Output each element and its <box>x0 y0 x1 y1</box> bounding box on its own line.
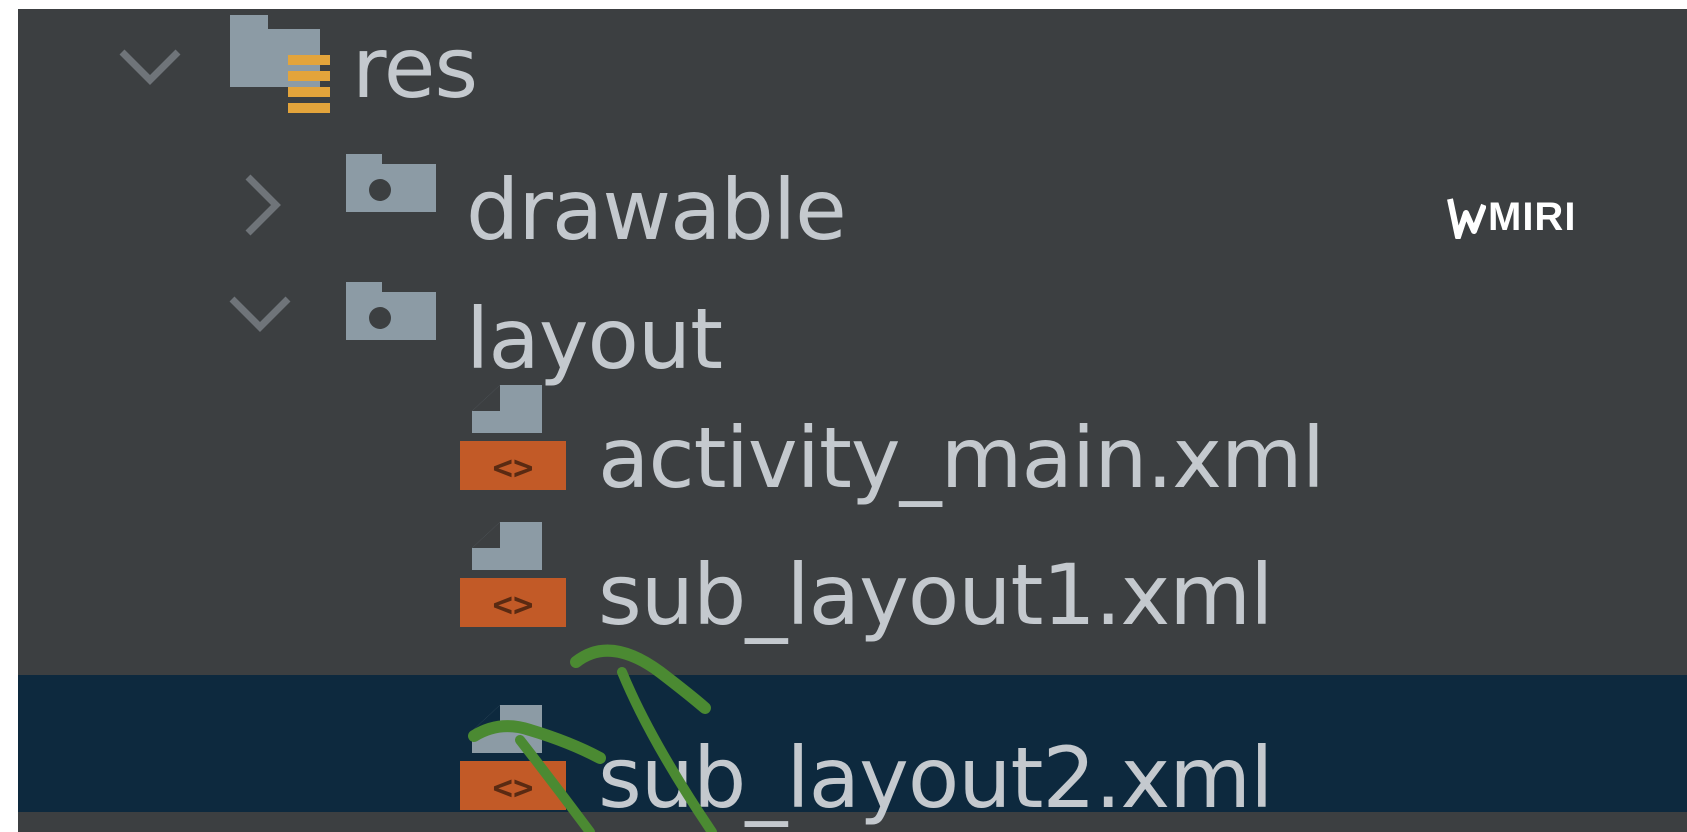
chevron-right-icon[interactable] <box>228 173 292 237</box>
folder-icon <box>346 282 436 340</box>
tree-item-label: layout <box>466 290 723 388</box>
tree-item-activity-main-xml[interactable]: <> activity_main.xml <box>18 385 1687 557</box>
miri-logo-icon <box>1447 197 1486 239</box>
resource-folder-icon <box>230 15 330 113</box>
svg-text:<>: <> <box>493 448 534 488</box>
tree-item-layout[interactable]: layout <box>18 281 1687 420</box>
xml-file-icon: <> <box>460 522 566 627</box>
tree-item-sub-layout1-xml[interactable]: <> sub_layout1.xml <box>18 522 1687 694</box>
watermark-logo: MIRI <box>1446 195 1576 240</box>
tree-item-sub-layout2-xml[interactable]: <> sub_layout2.xml <box>18 675 1687 820</box>
svg-text:<>: <> <box>493 768 534 808</box>
project-tree: res drawable layout <> activity_main.xml… <box>18 9 1687 832</box>
chevron-down-icon[interactable] <box>118 34 182 98</box>
chevron-down-icon[interactable] <box>228 281 292 345</box>
tree-item-label: activity_main.xml <box>598 409 1325 507</box>
tree-item-label: res <box>352 19 478 117</box>
svg-text:<>: <> <box>493 585 534 625</box>
tree-item-label: sub_layout1.xml <box>598 546 1273 644</box>
tree-item-label: drawable <box>466 161 847 259</box>
tree-item-label: sub_layout2.xml <box>598 729 1273 827</box>
tree-item-res[interactable]: res <box>18 9 1687 146</box>
watermark-text: MIRI <box>1488 195 1577 239</box>
tree-item-drawable[interactable]: drawable <box>18 146 1687 283</box>
xml-file-icon: <> <box>460 705 566 810</box>
xml-file-icon: <> <box>460 385 566 490</box>
folder-icon <box>346 154 436 212</box>
